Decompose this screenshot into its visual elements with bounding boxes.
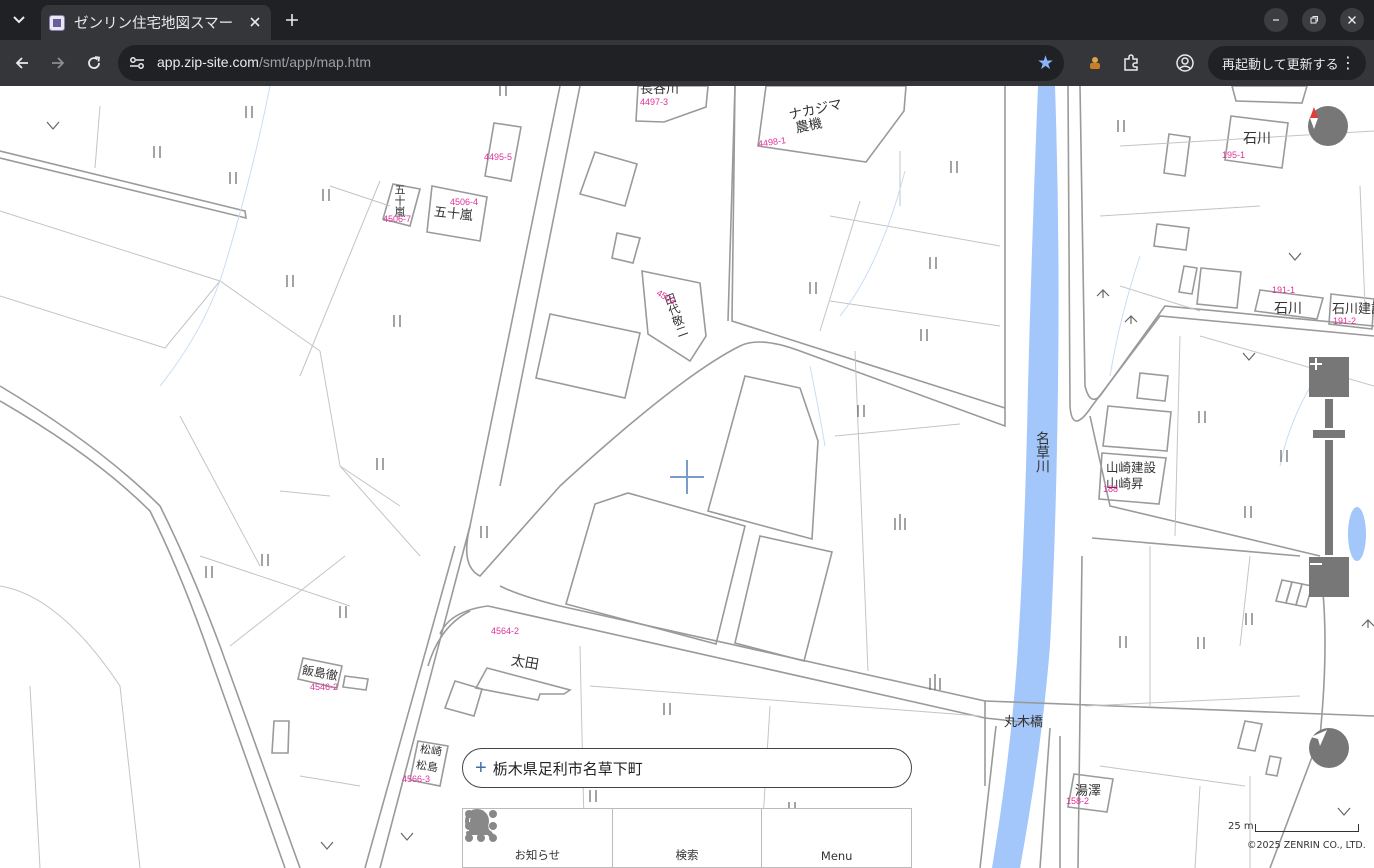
compass-button[interactable] bbox=[1308, 106, 1348, 146]
copyright-text: ©2025 ZENRIN CO., LTD. bbox=[1247, 840, 1366, 851]
new-tab-button[interactable] bbox=[280, 7, 304, 33]
tab-close-button[interactable] bbox=[245, 12, 265, 32]
zenrin-favicon-icon bbox=[49, 14, 65, 31]
building-label: 松島 bbox=[415, 758, 439, 775]
lot-number: 158-2 bbox=[1066, 796, 1090, 806]
current-address: 栃木県足利市名草下町 bbox=[492, 759, 643, 778]
lot-number: 195-1 bbox=[1222, 150, 1246, 160]
close-icon bbox=[250, 17, 260, 27]
lot-number: 191-1 bbox=[1272, 285, 1296, 295]
building-label: 石川建設 bbox=[1332, 302, 1374, 317]
arrow-right-icon bbox=[52, 57, 65, 69]
building-label: 五十嵐 bbox=[393, 184, 406, 217]
extension-icon[interactable] bbox=[1084, 52, 1106, 74]
map-canvas[interactable]: ナカジマ 農機 長谷川 五十嵐 五十嵐 石川 石川 石川建設 田代敬二 山崎建設… bbox=[0, 86, 1374, 868]
lot-number: 4506-7 bbox=[383, 214, 412, 224]
plus-icon bbox=[1310, 358, 1322, 370]
scale-bar bbox=[1255, 824, 1359, 832]
lot-number: 4506-4 bbox=[450, 197, 479, 207]
current-location-button[interactable] bbox=[1309, 728, 1349, 768]
reload-icon bbox=[88, 56, 101, 69]
crosshair-icon bbox=[670, 460, 704, 494]
more-vert-icon[interactable]: ⋮ bbox=[1340, 53, 1356, 72]
puzzle-extensions-icon[interactable] bbox=[1120, 52, 1142, 74]
building-label: 石川 bbox=[1274, 301, 1302, 317]
building-label: 石川 bbox=[1243, 131, 1271, 147]
grid-menu-icon bbox=[465, 810, 497, 842]
tab-title: ゼンリン住宅地図スマー bbox=[74, 16, 234, 32]
relaunch-update-button[interactable]: 再起動して更新する ⋮ bbox=[1208, 46, 1366, 80]
lot-number: 4546-2 bbox=[310, 682, 339, 692]
lot-number: 4566-3 bbox=[402, 774, 431, 784]
close-window-button[interactable] bbox=[1340, 8, 1364, 32]
scale-label: 25 m bbox=[1228, 821, 1254, 832]
lot-number: 4564-2 bbox=[491, 626, 520, 636]
chevron-down-icon bbox=[13, 16, 25, 24]
plus-icon: + bbox=[475, 756, 487, 779]
zoom-out-button[interactable] bbox=[1309, 557, 1349, 597]
url-text: app.zip-site.com/smt/app/map.htm bbox=[157, 54, 371, 70]
close-icon bbox=[1348, 16, 1356, 24]
site-info-icon[interactable] bbox=[128, 54, 146, 72]
update-button-label: 再起動して更新する bbox=[1222, 57, 1339, 73]
notice-label: お知らせ bbox=[514, 848, 561, 862]
navigation-arrow-icon bbox=[1311, 730, 1327, 746]
menu-label: Menu bbox=[820, 849, 853, 863]
minus-icon bbox=[1310, 563, 1322, 565]
compass-needle-icon bbox=[1310, 107, 1318, 129]
reload-button[interactable] bbox=[80, 49, 108, 77]
restore-icon bbox=[1310, 16, 1318, 24]
search-label: 検索 bbox=[675, 848, 699, 862]
bookmark-star-icon[interactable]: ★ bbox=[1037, 52, 1054, 74]
search-button[interactable]: 検索 bbox=[465, 809, 763, 867]
browser-tab[interactable]: ゼンリン住宅地図スマー bbox=[41, 5, 271, 40]
lot-number: 4497-3 bbox=[640, 97, 669, 107]
browser-toolbar: app.zip-site.com/smt/app/map.htm ★ 再起動して… bbox=[0, 40, 1374, 86]
zoom-slider-track[interactable] bbox=[1325, 399, 1333, 555]
bridge-label: 丸木橋 bbox=[1004, 715, 1044, 730]
tab-search-button[interactable] bbox=[6, 7, 32, 33]
building-label: 長谷川 bbox=[640, 86, 680, 97]
menu-button[interactable]: Menu bbox=[465, 809, 911, 867]
address-bar[interactable]: app.zip-site.com/smt/app/map.htm ★ bbox=[118, 45, 1064, 81]
lot-number: 188 bbox=[1103, 484, 1119, 494]
address-search-bar[interactable]: + 栃木県足利市名草下町 bbox=[462, 748, 912, 788]
zoom-in-button[interactable] bbox=[1309, 357, 1349, 397]
lot-number: 4495-5 bbox=[484, 152, 513, 162]
zoom-slider-handle[interactable] bbox=[1311, 428, 1347, 440]
tab-strip: ゼンリン住宅地図スマー bbox=[0, 0, 1374, 40]
lot-number: 191-2 bbox=[1333, 316, 1357, 326]
arrow-left-icon bbox=[15, 57, 28, 69]
restore-button[interactable] bbox=[1302, 8, 1326, 32]
minimize-button[interactable] bbox=[1264, 8, 1288, 32]
pond-shape bbox=[1348, 507, 1366, 561]
profile-icon[interactable] bbox=[1174, 52, 1196, 74]
river-label: 名草川 bbox=[1034, 431, 1050, 473]
plus-icon bbox=[286, 14, 298, 26]
bottom-navigation: お知らせ 検索 Menu bbox=[462, 808, 912, 868]
forward-button[interactable] bbox=[44, 49, 72, 77]
minimize-icon bbox=[1273, 19, 1279, 21]
back-button[interactable] bbox=[8, 49, 36, 77]
